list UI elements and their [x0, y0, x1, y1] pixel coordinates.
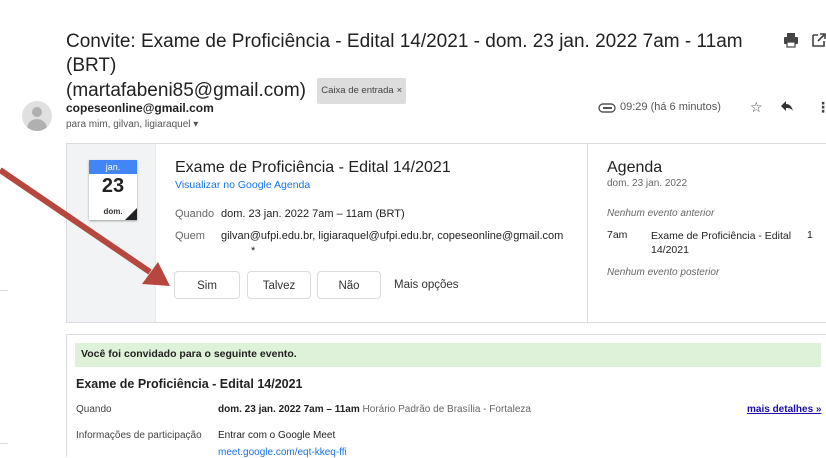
invitation-when-value: dom. 23 jan. 2022 7am – 11am — [218, 404, 360, 415]
invitation-title: Exame de Proficiência - Edital 14/2021 — [76, 377, 303, 391]
calendar-date-icon: jan. 23 dom. — [89, 160, 137, 220]
message-time: 09:29 (há 6 minutos) — [620, 101, 721, 113]
inbox-label-text: Caixa de entrada — [321, 85, 394, 96]
agenda-event-time: 7am — [607, 229, 628, 241]
rsvp-maybe-button[interactable]: Talvez — [247, 271, 311, 299]
sender-avatar — [22, 101, 52, 131]
when-label: Quando — [175, 208, 215, 220]
invitation-when: dom. 23 jan. 2022 7am – 11am Horário Pad… — [218, 404, 531, 415]
agenda-title: Agenda — [607, 159, 663, 176]
when-value: dom. 23 jan. 2022 7am – 11am (BRT) — [221, 208, 405, 220]
invitation-when-label: Quando — [76, 404, 112, 415]
agenda-no-next: Nenhum evento posterior — [607, 267, 720, 278]
join-info-label: Informações de participação — [76, 430, 202, 441]
attachment-icon — [598, 101, 616, 119]
card-divider — [587, 144, 588, 322]
agenda-date: dom. 23 jan. 2022 — [607, 178, 688, 189]
sender-email[interactable]: copeseonline@gmail.com — [66, 101, 214, 115]
invited-banner-text: Você foi convidado para o seguinte event… — [81, 348, 297, 360]
rsvp-yes-button[interactable]: Sim — [174, 271, 240, 299]
left-edge-divider — [0, 290, 8, 291]
calendar-pane: jan. 23 dom. — [67, 144, 156, 322]
agenda-event-title[interactable]: Exame de Proficiência - Edital 14/2021 — [651, 229, 821, 257]
view-in-calendar-link[interactable]: Visualizar no Google Agenda — [175, 179, 310, 191]
remove-label-icon[interactable]: × — [397, 85, 403, 96]
star-icon[interactable]: ☆ — [750, 99, 763, 116]
who-more: * — [251, 245, 256, 257]
calendar-day: 23 — [101, 175, 125, 197]
inbox-label-chip[interactable]: Caixa de entrada × — [317, 78, 407, 104]
left-edge-divider-2 — [0, 443, 8, 444]
meet-link[interactable]: meet.google.com/eqt-kkeq-ffi — [218, 447, 347, 458]
join-meet-text: Entrar com o Google Meet — [218, 430, 336, 441]
print-icon[interactable] — [783, 32, 799, 52]
subject-email: (martafabeni85@gmail.com) — [66, 80, 306, 101]
agenda-event-count: 1 — [807, 229, 813, 241]
more-details-link[interactable]: mais detalhes » — [747, 404, 821, 415]
email-subject: Convite: Exame de Proficiência - Edital … — [66, 30, 766, 104]
calendar-fold-icon — [125, 208, 137, 220]
open-in-new-window-icon[interactable] — [811, 32, 826, 52]
invited-banner: Você foi convidado para o seguinte event… — [75, 343, 821, 367]
rsvp-no-button[interactable]: Não — [317, 271, 381, 299]
more-options-button[interactable]: Mais opções — [394, 279, 459, 291]
reply-icon[interactable] — [780, 99, 794, 115]
recipients-dropdown[interactable]: para mim, gilvan, ligiaraquel ▾ — [66, 119, 198, 130]
invitation-timezone: Horário Padrão de Brasília - Fortaleza — [362, 404, 531, 415]
subject-text: Convite: Exame de Proficiência - Edital … — [66, 31, 743, 76]
event-invite-card: jan. 23 dom. Exame de Proficiência - Edi… — [66, 143, 826, 323]
agenda-no-previous: Nenhum evento anterior — [607, 208, 715, 219]
who-label: Quem — [175, 230, 205, 242]
more-actions-icon[interactable]: ⋮ — [816, 99, 826, 116]
who-value: gilvan@ufpi.edu.br, ligiaraquel@ufpi.edu… — [221, 230, 564, 242]
calendar-month: jan. — [89, 160, 137, 174]
invitation-details: Você foi convidado para o seguinte event… — [66, 334, 826, 458]
event-title: Exame de Proficiência - Edital 14/2021 — [175, 159, 451, 176]
